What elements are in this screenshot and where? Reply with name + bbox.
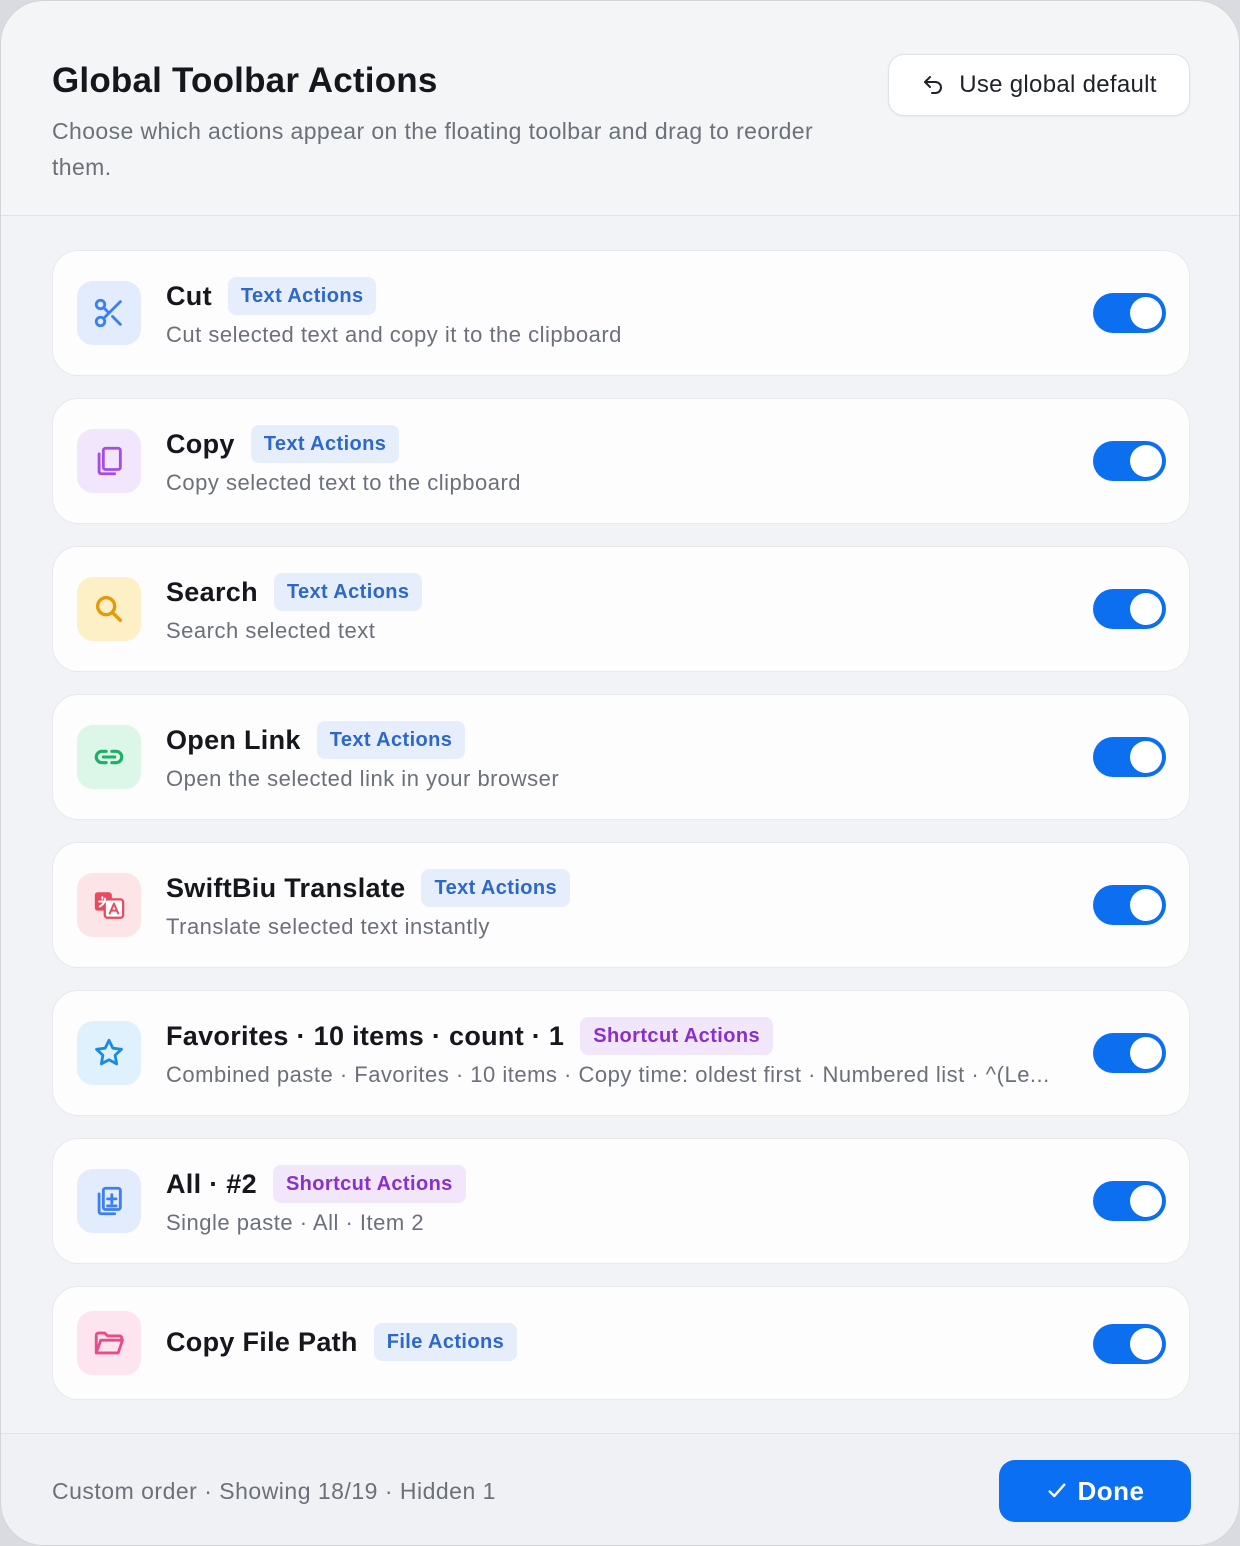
- action-description: Open the selected link in your browser: [166, 766, 560, 791]
- action-name: Copy: [166, 428, 235, 459]
- action-description: Translate selected text instantly: [166, 914, 490, 939]
- action-name: Copy File Path: [166, 1326, 358, 1357]
- enable-toggle[interactable]: [1093, 441, 1166, 481]
- done-button[interactable]: Done: [999, 1460, 1191, 1522]
- action-description: Copy selected text to the clipboard: [166, 470, 522, 495]
- toolbar-actions-dialog: Global Toolbar Actions Choose which acti…: [0, 0, 1240, 1546]
- action-description: Single paste · All · Item 2: [166, 1210, 425, 1235]
- enable-toggle[interactable]: [1093, 885, 1166, 925]
- enable-toggle[interactable]: [1093, 737, 1166, 777]
- category-badge: File Actions: [373, 1323, 518, 1361]
- use-global-default-label: Use global default: [959, 71, 1157, 98]
- checkmark-icon: [1047, 1483, 1066, 1498]
- action-row-copy[interactable]: Copy Text Actions Copy selected text to …: [52, 398, 1190, 524]
- link-icon: [77, 725, 141, 789]
- enable-toggle[interactable]: [1093, 589, 1166, 629]
- search-icon: [77, 577, 141, 641]
- category-badge: Shortcut Actions: [272, 1165, 466, 1203]
- action-row-cut[interactable]: Cut Text Actions Cut selected text and c…: [52, 250, 1190, 376]
- dialog-header: Global Toolbar Actions Choose which acti…: [1, 1, 1239, 216]
- enable-toggle[interactable]: [1093, 1181, 1166, 1221]
- order-summary: Custom order · Showing 18/19 · Hidden 1: [52, 1478, 496, 1504]
- paste-document-icon: [77, 1169, 141, 1233]
- action-description: Search selected text: [166, 618, 376, 643]
- dialog-footer: Custom order · Showing 18/19 · Hidden 1 …: [1, 1433, 1239, 1545]
- star-icon: [77, 1021, 141, 1085]
- action-description: Combined paste · Favorites · 10 items · …: [166, 1062, 1050, 1087]
- use-global-default-button[interactable]: Use global default: [888, 54, 1190, 116]
- action-row-translate[interactable]: SwiftBiu Translate Text Actions Translat…: [52, 842, 1190, 968]
- category-badge: Text Actions: [273, 573, 423, 611]
- action-name: Cut: [166, 280, 212, 311]
- enable-toggle[interactable]: [1093, 293, 1166, 333]
- action-name: Open Link: [166, 724, 301, 755]
- dialog-subtitle: Choose which actions appear on the float…: [52, 118, 814, 180]
- action-description: Cut selected text and copy it to the cli…: [166, 322, 622, 347]
- copy-icon: [77, 429, 141, 493]
- enable-toggle[interactable]: [1093, 1033, 1166, 1073]
- action-row-favorites[interactable]: Favorites · 10 items · count · 1 Shortcu…: [52, 990, 1190, 1116]
- category-badge: Text Actions: [227, 277, 377, 315]
- category-badge: Text Actions: [421, 869, 571, 907]
- category-badge: Shortcut Actions: [580, 1017, 773, 1055]
- action-row-copy-file-path[interactable]: Copy File Path File Actions: [52, 1286, 1190, 1400]
- dialog-title: Global Toolbar Actions: [52, 61, 438, 100]
- action-row-open-link[interactable]: Open Link Text Actions Open the selected…: [52, 694, 1190, 820]
- translate-icon: [77, 873, 141, 937]
- scissors-icon: [77, 281, 141, 345]
- action-name: SwiftBiu Translate: [166, 872, 406, 903]
- action-name: Favorites · 10 items · count · 1: [166, 1020, 565, 1051]
- enable-toggle[interactable]: [1093, 1324, 1166, 1364]
- action-row-all-2[interactable]: All · #2 Shortcut Actions Single paste ·…: [52, 1138, 1190, 1264]
- action-name: Search: [166, 576, 258, 607]
- done-label: Done: [1077, 1475, 1145, 1506]
- undo-icon: [924, 76, 943, 94]
- category-badge: Text Actions: [250, 425, 400, 463]
- action-name: All · #2: [166, 1168, 257, 1199]
- folder-icon: [77, 1311, 141, 1375]
- action-row-search[interactable]: Search Text Actions Search selected text: [52, 546, 1190, 672]
- category-badge: Text Actions: [316, 721, 466, 759]
